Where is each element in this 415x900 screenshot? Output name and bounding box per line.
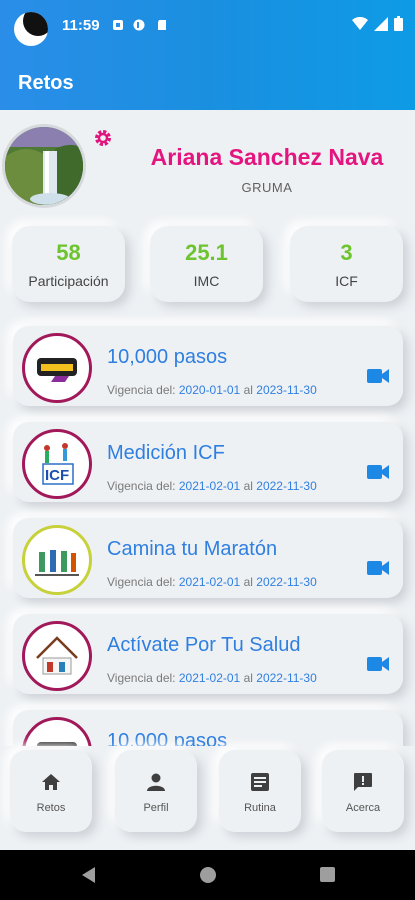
status-right-icons bbox=[352, 16, 403, 31]
challenge-card[interactable]: 10,000 pasos bbox=[13, 710, 403, 746]
challenges-list[interactable]: 10,000 pasos Vigencia del: 2020-01-01 al… bbox=[0, 316, 415, 746]
challenge-card[interactable]: Actívate Por Tu Salud Vigencia del: 2021… bbox=[13, 614, 403, 694]
validity-start: 2020-01-01 bbox=[178, 383, 241, 397]
icf-logo-icon: ICF bbox=[22, 429, 92, 499]
challenge-title: Camina tu Maratón bbox=[107, 538, 278, 560]
status-avatar-icon bbox=[14, 12, 48, 46]
validity-end: 2022-11-30 bbox=[256, 671, 317, 685]
10000-pasos-logo-icon bbox=[22, 333, 92, 403]
challenge-card[interactable]: 10,000 pasos Vigencia del: 2020-01-01 al… bbox=[13, 326, 403, 406]
person-icon bbox=[147, 773, 165, 791]
stat-value: 58 bbox=[56, 240, 81, 265]
user-name: Ariana Sanchez Nava bbox=[150, 144, 384, 170]
challenge-title: 10,000 pasos bbox=[107, 346, 228, 368]
stat-icf: 3 ICF bbox=[290, 226, 403, 302]
avatar[interactable] bbox=[2, 124, 86, 208]
sd-card-icon bbox=[158, 20, 166, 30]
recents-icon[interactable] bbox=[320, 867, 335, 882]
10000-pasos-logo-icon bbox=[22, 717, 92, 746]
system-navigation-bar bbox=[0, 850, 415, 900]
waterfall-image bbox=[5, 127, 83, 205]
stat-imc: 25.1 IMC bbox=[150, 226, 263, 302]
challenge-title: 10,000 pasos bbox=[107, 730, 228, 746]
status-bar: 11:59 bbox=[0, 0, 415, 52]
challenge-card[interactable]: Camina tu Maratón Vigencia del: 2021-02-… bbox=[13, 518, 403, 598]
page-title: Retos bbox=[18, 72, 74, 94]
notification-icon bbox=[113, 20, 123, 30]
stat-participacion: 58 Participación bbox=[12, 226, 125, 302]
validity-prefix: Vigencia del: bbox=[107, 575, 176, 589]
challenge-title: Medición ICF bbox=[107, 442, 225, 464]
svg-text:ICF: ICF bbox=[45, 467, 69, 484]
status-time: 11:59 bbox=[62, 17, 100, 34]
wifi-icon bbox=[352, 16, 368, 30]
app-notification-icon bbox=[133, 19, 145, 31]
validity-al: al bbox=[243, 671, 253, 685]
stat-label: ICF bbox=[335, 273, 358, 289]
challenge-title: Actívate Por Tu Salud bbox=[107, 634, 301, 656]
nav-retos-button[interactable]: Retos bbox=[10, 750, 92, 832]
validity-al: al bbox=[243, 479, 253, 493]
challenge-validity: Vigencia del: 2020-01-01 al 2023-11-30 bbox=[107, 383, 317, 397]
video-camera-icon[interactable] bbox=[367, 368, 389, 384]
validity-start: 2021-02-01 bbox=[178, 575, 241, 589]
stat-label: Participación bbox=[28, 273, 109, 289]
stat-value: 3 bbox=[340, 240, 353, 265]
activate-logo-icon bbox=[22, 621, 92, 691]
challenge-validity: Vigencia del: 2021-02-01 al 2022-11-30 bbox=[107, 671, 317, 685]
back-icon[interactable] bbox=[82, 867, 95, 883]
stat-label: IMC bbox=[193, 273, 220, 289]
battery-icon bbox=[394, 16, 403, 31]
nav-label: Perfil bbox=[143, 802, 169, 814]
validity-al: al bbox=[243, 575, 253, 589]
validity-prefix: Vigencia del: bbox=[107, 671, 176, 685]
validity-end: 2022-11-30 bbox=[256, 479, 317, 493]
validity-start: 2021-02-01 bbox=[178, 479, 241, 493]
home-circle-icon[interactable] bbox=[200, 867, 216, 883]
home-icon bbox=[42, 774, 60, 790]
bottom-navigation: Retos Perfil Rutina Acerca bbox=[0, 746, 415, 850]
nav-label: Rutina bbox=[244, 802, 276, 814]
nav-rutina-button[interactable]: Rutina bbox=[219, 750, 301, 832]
stat-value: 25.1 bbox=[185, 240, 228, 265]
nav-label: Acerca bbox=[345, 802, 381, 814]
validity-start: 2021-02-01 bbox=[178, 671, 241, 685]
signal-icon bbox=[374, 16, 388, 31]
validity-prefix: Vigencia del: bbox=[107, 479, 176, 493]
settings-gear-icon[interactable] bbox=[92, 128, 114, 150]
stats-row: 58 Participación 25.1 IMC 3 ICF bbox=[0, 226, 415, 302]
challenge-validity: Vigencia del: 2021-02-01 al 2022-11-30 bbox=[107, 575, 317, 589]
video-camera-icon[interactable] bbox=[367, 464, 389, 480]
validity-al: al bbox=[243, 383, 253, 397]
feedback-icon bbox=[354, 773, 372, 791]
validity-end: 2023-11-30 bbox=[256, 383, 317, 397]
validity-prefix: Vigencia del: bbox=[107, 383, 176, 397]
nav-perfil-button[interactable]: Perfil bbox=[115, 750, 197, 832]
camina-logo-icon bbox=[22, 525, 92, 595]
profile-section: Ariana Sanchez Nava GRUMA bbox=[0, 110, 415, 220]
article-icon bbox=[251, 773, 269, 791]
challenge-validity: Vigencia del: 2021-02-01 al 2022-11-30 bbox=[107, 479, 317, 493]
app-header: 11:59 Retos bbox=[0, 0, 415, 110]
video-camera-icon[interactable] bbox=[367, 560, 389, 576]
video-camera-icon[interactable] bbox=[367, 656, 389, 672]
nav-acerca-button[interactable]: Acerca bbox=[322, 750, 404, 832]
nav-label: Retos bbox=[36, 802, 66, 814]
challenge-card[interactable]: ICF Medición ICF Vigencia del: 2021-02-0… bbox=[13, 422, 403, 502]
validity-end: 2022-11-30 bbox=[256, 575, 317, 589]
company-name: GRUMA bbox=[241, 180, 293, 195]
